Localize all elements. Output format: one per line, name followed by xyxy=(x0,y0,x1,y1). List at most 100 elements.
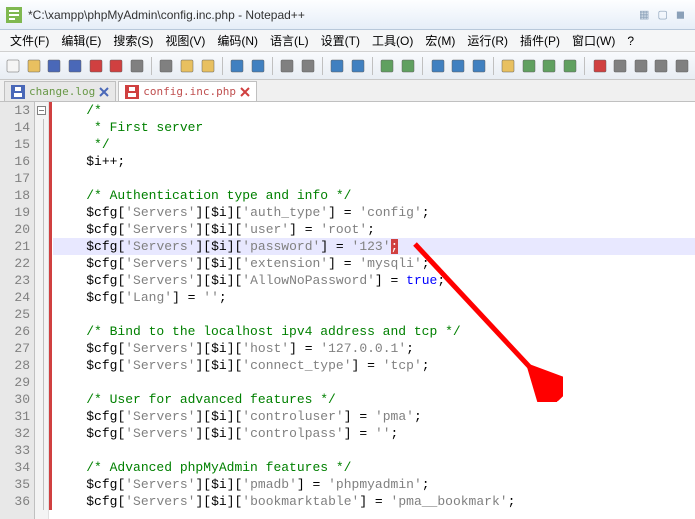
toolbar-separator xyxy=(372,57,373,75)
zoom-in-icon[interactable] xyxy=(328,56,347,76)
code-line[interactable]: /* User for advanced features */ xyxy=(53,391,695,408)
code-line[interactable]: $cfg['Servers'][$i]['pmadb'] = 'phpmyadm… xyxy=(53,476,695,493)
code-line[interactable]: * First server xyxy=(53,119,695,136)
fold-marker[interactable] xyxy=(35,476,48,493)
fold-marker[interactable] xyxy=(35,221,48,238)
macro-save-icon[interactable] xyxy=(673,56,692,76)
code-line[interactable]: /* Bind to the localhost ipv4 address an… xyxy=(53,323,695,340)
show-all-icon[interactable] xyxy=(449,56,468,76)
code-line[interactable]: $cfg['Servers'][$i]['password'] = '123'; xyxy=(53,238,695,255)
menu-item[interactable]: 设置(T) xyxy=(315,32,366,49)
code-line[interactable]: $cfg['Servers'][$i]['user'] = 'root'; xyxy=(53,221,695,238)
close-icon[interactable] xyxy=(86,56,105,76)
fold-marker[interactable] xyxy=(35,340,48,357)
zoom-out-icon[interactable] xyxy=(349,56,368,76)
fold-marker[interactable] xyxy=(35,357,48,374)
undo-icon[interactable] xyxy=(228,56,247,76)
print-icon[interactable] xyxy=(128,56,147,76)
paste-icon[interactable] xyxy=(198,56,217,76)
fold-marker[interactable] xyxy=(35,306,48,323)
sync-v-icon[interactable] xyxy=(378,56,397,76)
menu-item[interactable]: 文件(F) xyxy=(4,32,55,49)
menu-item[interactable]: 语言(L) xyxy=(264,32,315,49)
menu-item[interactable]: 工具(O) xyxy=(366,32,419,49)
fold-marker[interactable] xyxy=(35,187,48,204)
code-line[interactable]: $cfg['Servers'][$i]['AllowNoPassword'] =… xyxy=(53,272,695,289)
fold-marker[interactable] xyxy=(35,170,48,187)
code-line[interactable] xyxy=(53,442,695,459)
code-line[interactable] xyxy=(53,374,695,391)
doc-list-icon[interactable] xyxy=(561,56,580,76)
redo-icon[interactable] xyxy=(248,56,267,76)
fold-marker[interactable] xyxy=(35,391,48,408)
code-area[interactable]: /* * First server */ $i++; /* Authentica… xyxy=(53,102,695,519)
code-line[interactable]: $cfg['Servers'][$i]['controluser'] = 'pm… xyxy=(53,408,695,425)
tab-change-log[interactable]: change.log xyxy=(4,81,116,101)
sync-h-icon[interactable] xyxy=(399,56,418,76)
code-line[interactable]: $cfg['Servers'][$i]['controlpass'] = ''; xyxy=(53,425,695,442)
code-line[interactable]: $cfg['Servers'][$i]['host'] = '127.0.0.1… xyxy=(53,340,695,357)
code-line[interactable]: $i++; xyxy=(53,153,695,170)
fold-marker[interactable] xyxy=(35,136,48,153)
indent-icon[interactable] xyxy=(469,56,488,76)
fold-marker[interactable] xyxy=(35,408,48,425)
save-icon[interactable] xyxy=(45,56,64,76)
macro-rec-icon[interactable] xyxy=(590,56,609,76)
open-icon[interactable] xyxy=(25,56,44,76)
cut-icon[interactable] xyxy=(157,56,176,76)
fold-marker[interactable] xyxy=(35,425,48,442)
tab-close-icon[interactable] xyxy=(99,87,109,97)
fold-marker[interactable] xyxy=(35,102,48,119)
code-line[interactable]: /* xyxy=(53,102,695,119)
fold-marker[interactable] xyxy=(35,493,48,510)
menu-item[interactable]: 窗口(W) xyxy=(566,32,621,49)
code-line[interactable]: */ xyxy=(53,136,695,153)
code-line[interactable]: /* Authentication type and info */ xyxy=(53,187,695,204)
code-line[interactable]: $cfg['Servers'][$i]['connect_type'] = 't… xyxy=(53,357,695,374)
tab-config-inc-php[interactable]: config.inc.php xyxy=(118,81,257,101)
doc-map-icon[interactable] xyxy=(520,56,539,76)
find-icon[interactable] xyxy=(278,56,297,76)
menu-item[interactable]: 搜索(S) xyxy=(107,32,159,49)
fold-marker[interactable] xyxy=(35,153,48,170)
macro-stop-icon[interactable] xyxy=(611,56,630,76)
code-line[interactable] xyxy=(53,170,695,187)
line-number: 33 xyxy=(0,442,30,459)
macro-play-icon[interactable] xyxy=(631,56,650,76)
save-all-icon[interactable] xyxy=(66,56,85,76)
close-all-icon[interactable] xyxy=(107,56,126,76)
copy-icon[interactable] xyxy=(178,56,197,76)
menu-item[interactable]: 视图(V) xyxy=(159,32,211,49)
menu-item[interactable]: 运行(R) xyxy=(461,32,514,49)
fold-marker[interactable] xyxy=(35,255,48,272)
menu-item[interactable]: 编辑(E) xyxy=(55,32,107,49)
macro-multi-icon[interactable] xyxy=(652,56,671,76)
fold-marker[interactable] xyxy=(35,374,48,391)
fold-marker[interactable] xyxy=(35,238,48,255)
new-file-icon[interactable] xyxy=(4,56,23,76)
fold-marker[interactable] xyxy=(35,289,48,306)
fold-marker[interactable] xyxy=(35,119,48,136)
menu-item[interactable]: ? xyxy=(621,34,640,48)
fold-marker[interactable] xyxy=(35,272,48,289)
fold-marker[interactable] xyxy=(35,323,48,340)
code-line[interactable]: $cfg['Lang'] = ''; xyxy=(53,289,695,306)
replace-icon[interactable] xyxy=(298,56,317,76)
folder-icon[interactable] xyxy=(499,56,518,76)
fold-marker[interactable] xyxy=(35,459,48,476)
code-line[interactable] xyxy=(53,306,695,323)
code-line[interactable]: $cfg['Servers'][$i]['bookmarktable'] = '… xyxy=(53,493,695,510)
menu-item[interactable]: 宏(M) xyxy=(419,32,461,49)
fold-gutter[interactable] xyxy=(35,102,49,519)
fold-marker[interactable] xyxy=(35,442,48,459)
code-line[interactable]: /* Advanced phpMyAdmin features */ xyxy=(53,459,695,476)
code-line[interactable]: $cfg['Servers'][$i]['extension'] = 'mysq… xyxy=(53,255,695,272)
menu-item[interactable]: 编码(N) xyxy=(211,32,264,49)
tab-close-icon[interactable] xyxy=(240,87,250,97)
code-line[interactable]: $cfg['Servers'][$i]['auth_type'] = 'conf… xyxy=(53,204,695,221)
menu-item[interactable]: 插件(P) xyxy=(514,32,566,49)
func-list-icon[interactable] xyxy=(540,56,559,76)
line-number-gutter[interactable]: 1314151617181920212223242526272829303132… xyxy=(0,102,35,519)
fold-marker[interactable] xyxy=(35,204,48,221)
wrap-icon[interactable] xyxy=(428,56,447,76)
